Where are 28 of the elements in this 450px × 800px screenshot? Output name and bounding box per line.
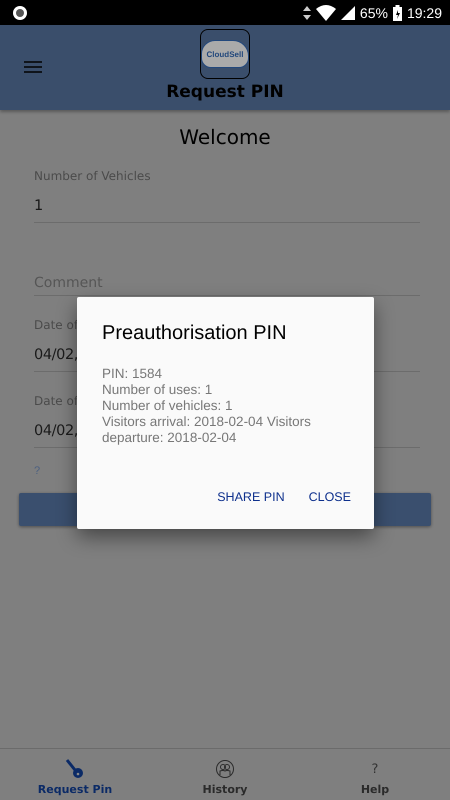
notification-icon (12, 4, 28, 20)
help-icon: ? (372, 762, 378, 776)
field-value: 04/02, (34, 347, 78, 363)
nav-tab[interactable]: History (150, 749, 300, 800)
people-icon (215, 759, 235, 779)
dialog-button[interactable]: CLOSE (298, 484, 361, 510)
page-title: Request PIN (166, 82, 284, 102)
menu-button[interactable] (24, 61, 42, 73)
menu-icon (24, 61, 42, 73)
dialog-title: Preauthorisation PIN (102, 322, 287, 345)
nav-tab[interactable]: Request Pin (0, 749, 150, 800)
dialog-text: Number of uses: 1 (102, 382, 214, 398)
welcome-heading: Welcome (179, 125, 271, 149)
battery-icon (392, 4, 402, 20)
field-value: 04/02, (34, 423, 78, 439)
battery-percent: 65% (360, 4, 388, 20)
nav-tab[interactable]: ? Help (300, 749, 450, 800)
dialog-button[interactable]: SHARE PIN (207, 484, 295, 510)
logo-text: CloudSell (206, 50, 244, 58)
clock: 19:29 (406, 4, 442, 20)
data-arrows-icon (302, 6, 311, 20)
dialog-text: Number of vehicles: 1 (102, 398, 234, 414)
dialog-text: Visitors arrival: 2018-02-04 Visitors departure: 2018-02-04 (102, 414, 312, 446)
wifi-icon (316, 4, 336, 20)
field-value: 1 (34, 198, 43, 214)
dialog-text: PIN: 1584 (102, 366, 164, 382)
key-icon (65, 758, 85, 780)
signal-icon (340, 6, 355, 20)
